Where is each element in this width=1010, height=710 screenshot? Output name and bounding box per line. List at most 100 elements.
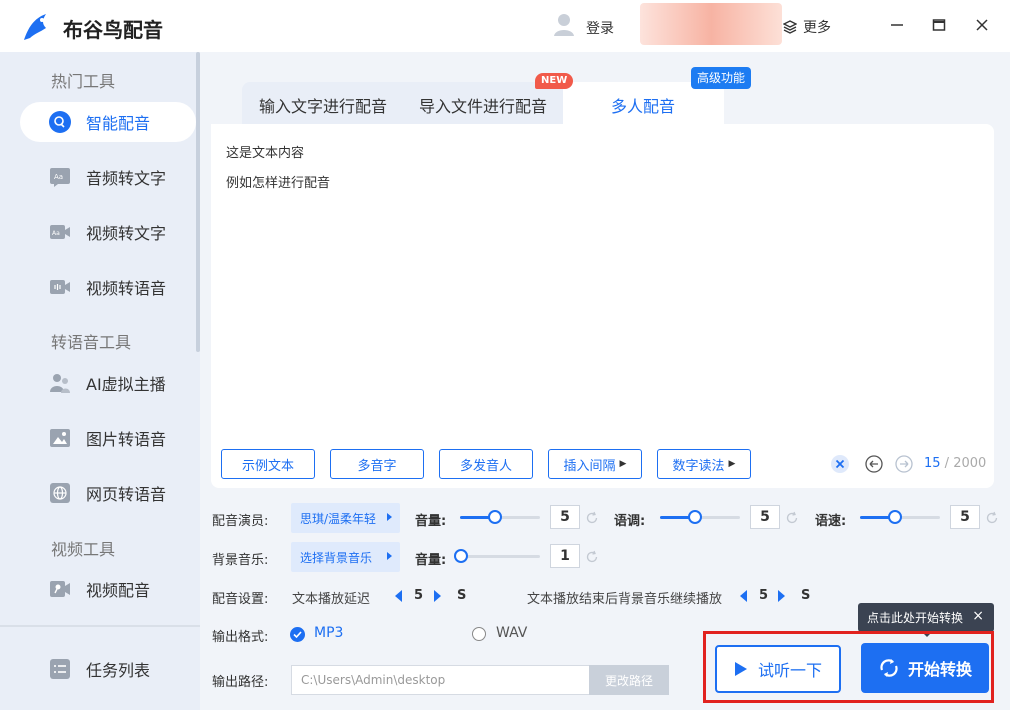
bgm-volume-value[interactable]: 1: [550, 544, 580, 568]
play-small-icon: ▶: [728, 459, 736, 469]
voice-value: 思琪/温柔年轻: [300, 511, 377, 526]
sidebar-item-image-to-speech[interactable]: 图片转语音: [20, 418, 196, 458]
minimize-button[interactable]: [886, 14, 908, 36]
reset-icon[interactable]: [585, 550, 599, 564]
multi-speaker-button[interactable]: 多发音人: [439, 449, 533, 479]
pitch-slider-thumb[interactable]: [688, 510, 702, 524]
user-avatar-icon[interactable]: [553, 13, 575, 37]
output-path-input[interactable]: C:\Users\Admin\desktop: [291, 665, 590, 695]
tooltip-close-icon[interactable]: ×: [972, 608, 984, 624]
bgm-volume-slider-thumb[interactable]: [454, 549, 468, 563]
sidebar-scrollbar[interactable]: [196, 52, 200, 352]
sidebar-item-smart-dubbing[interactable]: 智能配音: [20, 102, 196, 142]
number-reading-label: 数字读法: [672, 458, 725, 474]
sidebar-item-label: 网页转语音: [86, 485, 167, 504]
advanced-feature-badge: 高级功能: [691, 67, 752, 89]
more-menu[interactable]: 更多: [783, 17, 831, 37]
video-dubbing-icon: [50, 581, 70, 597]
tooltip-text: 点击此处开始转换: [867, 611, 964, 625]
speed-value[interactable]: 5: [950, 505, 980, 529]
speed-label: 语速:: [815, 514, 847, 529]
speed-slider-thumb[interactable]: [888, 510, 902, 524]
sidebar-item-ai-anchor[interactable]: AI虚拟主播: [20, 363, 196, 403]
volume-value[interactable]: 5: [550, 505, 580, 529]
volume-slider-thumb[interactable]: [488, 510, 502, 524]
continue-value: 5: [759, 588, 769, 603]
arrow-right-icon: [387, 513, 392, 521]
pitch-value[interactable]: 5: [750, 505, 780, 529]
continue-decrease-icon[interactable]: [740, 590, 747, 602]
start-tooltip: 点击此处开始转换 ×: [858, 603, 994, 637]
path-label: 输出路径:: [212, 675, 269, 690]
tab-import-file[interactable]: 导入文件进行配音: [419, 93, 547, 117]
preview-button[interactable]: 试听一下: [715, 645, 841, 693]
sidebar-divider: [0, 625, 200, 627]
bgm-label: 背景音乐:: [212, 553, 269, 568]
redo-icon[interactable]: [894, 454, 914, 474]
wav-radio[interactable]: [472, 627, 486, 641]
sidebar-item-video-to-speech[interactable]: 视频转语音: [20, 267, 196, 307]
play-icon: [734, 662, 747, 676]
tab-text-input[interactable]: 输入文字进行配音: [259, 93, 387, 117]
delay-label: 文本播放延迟: [292, 592, 371, 607]
insert-pause-button[interactable]: 插入间隔 ▶: [548, 449, 642, 479]
section-hot-tools: 热门工具: [51, 72, 116, 91]
section-video-tools: 视频工具: [51, 540, 116, 559]
tab-multi-voice[interactable]: 多人配音: [611, 93, 675, 117]
sample-text-button[interactable]: 示例文本: [221, 449, 315, 479]
sidebar-item-label: 图片转语音: [86, 430, 167, 449]
login-link[interactable]: 登录: [586, 18, 614, 38]
reset-icon[interactable]: [585, 511, 599, 525]
close-icon: [976, 19, 988, 31]
sidebar-item-label: 视频转语音: [86, 279, 167, 298]
sidebar-item-task-list[interactable]: 任务列表: [20, 649, 196, 689]
reset-icon[interactable]: [785, 511, 799, 525]
char-count: 15 / 2000: [924, 456, 986, 471]
continue-label: 文本播放结束后背景音乐继续播放: [527, 592, 723, 607]
voice-selector[interactable]: 思琪/温柔年轻: [291, 503, 400, 533]
sidebar-item-video-dubbing[interactable]: 视频配音: [20, 569, 196, 609]
continue-unit: S: [801, 588, 811, 603]
change-path-button[interactable]: 更改路径: [589, 665, 669, 695]
image-icon: [50, 429, 70, 447]
continue-increase-icon[interactable]: [778, 590, 785, 602]
clear-icon[interactable]: [830, 454, 850, 474]
minimize-icon: [891, 24, 903, 26]
ai-anchor-icon: [50, 374, 70, 393]
start-convert-button[interactable]: 开始转换: [861, 643, 989, 693]
sidebar-item-audio-to-text[interactable]: Aa 音频转文字: [20, 157, 196, 197]
section-speech-tools: 转语音工具: [51, 333, 132, 352]
sidebar-item-web-to-speech[interactable]: 网页转语音: [20, 473, 196, 513]
preview-label: 试听一下: [757, 661, 822, 680]
wav-label[interactable]: WAV: [496, 625, 527, 641]
svg-text:Aa: Aa: [54, 173, 63, 181]
delay-value: 5: [414, 588, 424, 603]
check-icon: [293, 631, 302, 639]
editor-line: 这是文本内容: [226, 146, 305, 161]
undo-icon[interactable]: [864, 454, 884, 474]
task-list-icon: [50, 659, 70, 679]
close-button[interactable]: [971, 14, 993, 36]
delay-unit: S: [457, 588, 467, 603]
sidebar-item-video-to-text[interactable]: Aa 视频转文字: [20, 212, 196, 252]
pitch-label: 语调:: [614, 514, 646, 529]
delay-increase-icon[interactable]: [434, 590, 441, 602]
maximize-icon: [932, 19, 946, 31]
title-bar: 布谷鸟配音 登录 更多: [0, 0, 1010, 52]
mp3-label[interactable]: MP3: [314, 625, 343, 641]
bgm-selector[interactable]: 选择背景音乐: [291, 542, 400, 572]
number-reading-button[interactable]: 数字读法 ▶: [657, 449, 751, 479]
maximize-button[interactable]: [928, 14, 950, 36]
bgm-volume-slider[interactable]: [460, 555, 540, 558]
video-speech-icon: [50, 280, 70, 294]
bgm-volume-label: 音量:: [415, 553, 447, 568]
reset-icon[interactable]: [985, 511, 999, 525]
layers-icon: [783, 20, 797, 34]
mp3-radio[interactable]: [290, 627, 305, 642]
sidebar-item-label: 视频配音: [86, 581, 151, 600]
setup-label: 配音设置:: [212, 592, 269, 607]
play-small-icon: ▶: [619, 459, 627, 469]
polyphone-button[interactable]: 多音字: [330, 449, 424, 479]
delay-decrease-icon[interactable]: [395, 590, 402, 602]
new-badge: NEW: [535, 73, 574, 89]
